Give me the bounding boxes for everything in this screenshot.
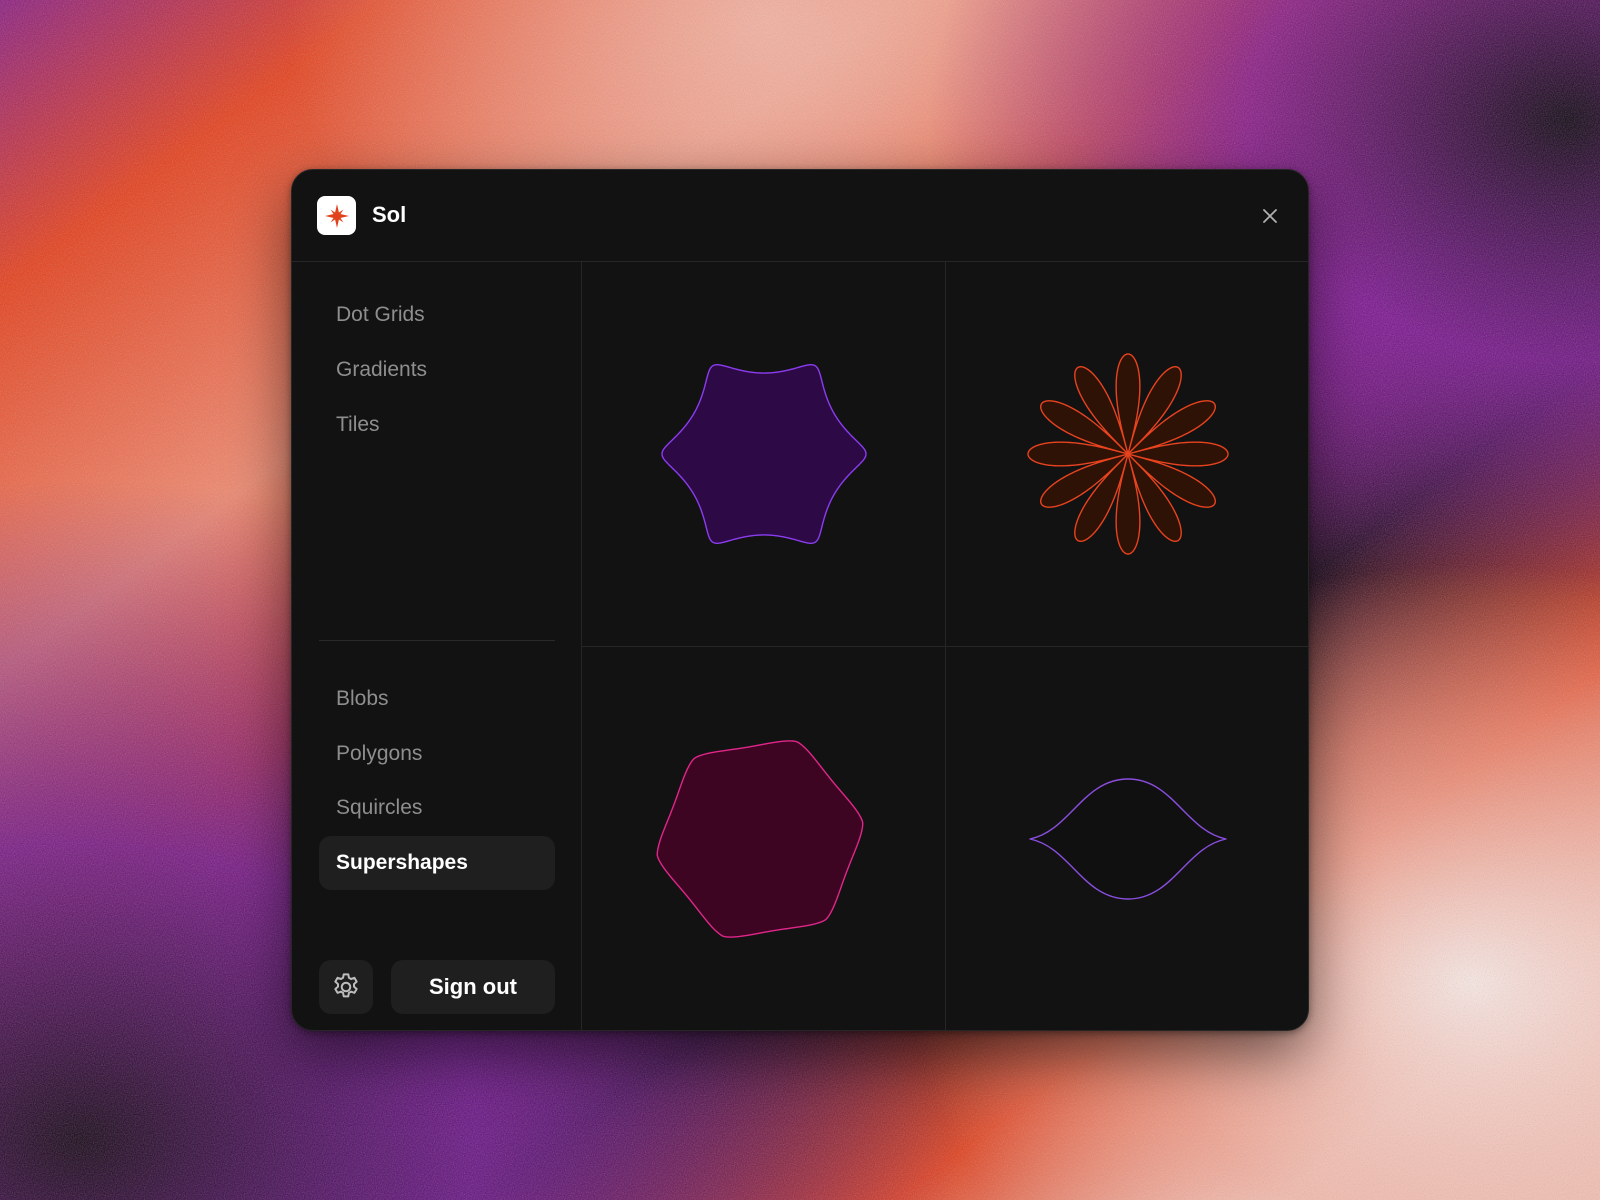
sidebar-item-label: Supershapes [336, 851, 468, 874]
sidebar-item-label: Blobs [336, 687, 389, 710]
sidebar-item-blobs[interactable]: Blobs [319, 672, 555, 726]
settings-button[interactable] [319, 960, 373, 1014]
close-icon [1263, 209, 1277, 223]
supershape-cell-hexagon[interactable] [582, 262, 946, 647]
app-title: Sol [372, 202, 407, 227]
sidebar-item-label: Squircles [336, 796, 423, 819]
sidebar-item-label: Tiles [336, 413, 380, 436]
sidebar-item-squircles[interactable]: Squircles [319, 781, 555, 835]
gear-icon [334, 973, 358, 998]
sign-out-button[interactable]: Sign out [391, 960, 555, 1014]
sidebar-divider [319, 640, 555, 641]
sidebar-item-gradients[interactable]: Gradients [319, 343, 555, 397]
hexagon-supershape [661, 364, 867, 544]
supershape-cell-lens[interactable] [946, 647, 1308, 1030]
sidebar: Dot Grids Gradients Tiles Blobs Polygons… [292, 262, 582, 1030]
flower-supershape [1027, 353, 1229, 555]
sidebar-item-polygons[interactable]: Polygons [319, 727, 555, 781]
sparkle-star-icon [324, 203, 349, 228]
sidebar-item-tiles[interactable]: Tiles [319, 398, 555, 452]
supershape-cell-star[interactable] [582, 647, 946, 1030]
app-window: Sol Dot Grids Gradients Tiles Blobs Poly… [291, 169, 1309, 1031]
sidebar-item-dot-grids[interactable]: Dot Grids [319, 288, 555, 342]
sidebar-item-label: Dot Grids [336, 303, 425, 326]
sidebar-item-label: Gradients [336, 358, 428, 381]
sidebar-item-supershapes[interactable]: Supershapes [319, 836, 555, 890]
supershape-cell-flower[interactable] [946, 262, 1308, 647]
close-button[interactable] [1254, 200, 1286, 232]
lens-supershape [1029, 778, 1227, 900]
app-logo [317, 196, 356, 235]
star-supershape [656, 740, 864, 938]
title-bar: Sol [292, 170, 1308, 262]
sidebar-item-label: Polygons [336, 742, 423, 765]
supershape-grid [582, 262, 1308, 1030]
